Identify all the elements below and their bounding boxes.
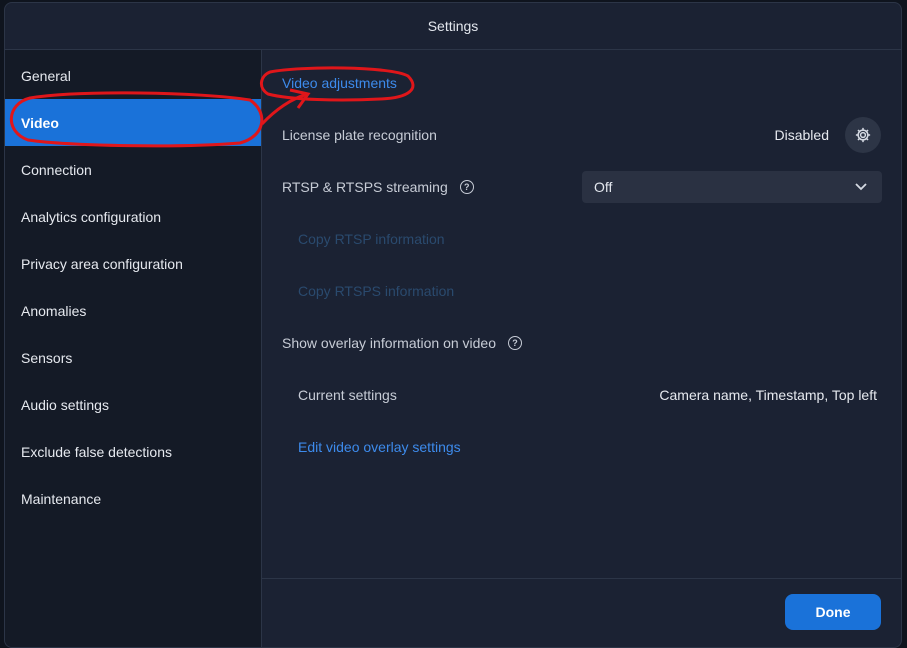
license-plate-label: License plate recognition — [282, 127, 437, 143]
license-plate-settings-button[interactable] — [845, 117, 881, 153]
sidebar-item-maintenance[interactable]: Maintenance — [5, 475, 261, 522]
rtsp-label: RTSP & RTSPS streaming — [282, 179, 448, 195]
sidebar-item-connection[interactable]: Connection — [5, 146, 261, 193]
license-plate-status: Disabled — [774, 127, 829, 143]
edit-overlay-link[interactable]: Edit video overlay settings — [298, 439, 461, 455]
overlay-label: Show overlay information on video — [282, 335, 497, 351]
rtsp-row: RTSP & RTSPS streaming ? Off — [262, 167, 901, 207]
sidebar-item-audio-settings[interactable]: Audio settings — [5, 381, 261, 428]
license-plate-row: License plate recognition Disabled — [262, 115, 901, 155]
sidebar-item-general[interactable]: General — [5, 52, 261, 99]
help-icon[interactable]: ? — [508, 336, 523, 350]
copy-rtsp-row: Copy RTSP information — [262, 219, 901, 259]
settings-dialog: Settings General Video Connection Analyt… — [4, 2, 902, 648]
dialog-footer: Done — [262, 578, 901, 647]
current-settings-label: Current settings — [298, 387, 397, 403]
sidebar-item-sensors[interactable]: Sensors — [5, 334, 261, 381]
current-settings-row: Current settings Camera name, Timestamp,… — [262, 375, 901, 415]
done-button[interactable]: Done — [785, 594, 881, 630]
chevron-down-icon — [855, 183, 867, 191]
edit-overlay-row: Edit video overlay settings — [262, 427, 901, 467]
sidebar: General Video Connection Analytics confi… — [5, 50, 262, 647]
dialog-title: Settings — [5, 3, 901, 50]
rtsp-select-value: Off — [594, 179, 613, 195]
sidebar-item-privacy-area-configuration[interactable]: Privacy area configuration — [5, 240, 261, 287]
current-settings-value: Camera name, Timestamp, Top left — [659, 387, 877, 403]
video-adjustments-row: Video adjustments — [262, 63, 901, 103]
rtsp-select[interactable]: Off — [582, 171, 882, 203]
copy-rtsps-link: Copy RTSPS information — [298, 283, 455, 299]
video-adjustments-link[interactable]: Video adjustments — [282, 75, 397, 91]
sidebar-item-analytics-configuration[interactable]: Analytics configuration — [5, 193, 261, 240]
sidebar-item-video[interactable]: Video — [5, 99, 261, 146]
gear-icon — [855, 127, 871, 143]
sidebar-item-anomalies[interactable]: Anomalies — [5, 287, 261, 334]
content-panel: Video adjustments License plate recognit… — [262, 50, 901, 647]
copy-rtsp-link: Copy RTSP information — [298, 231, 445, 247]
overlay-row: Show overlay information on video ? — [262, 323, 901, 363]
help-icon[interactable]: ? — [459, 180, 474, 194]
copy-rtsps-row: Copy RTSPS information — [262, 271, 901, 311]
sidebar-item-exclude-false-detections[interactable]: Exclude false detections — [5, 428, 261, 475]
